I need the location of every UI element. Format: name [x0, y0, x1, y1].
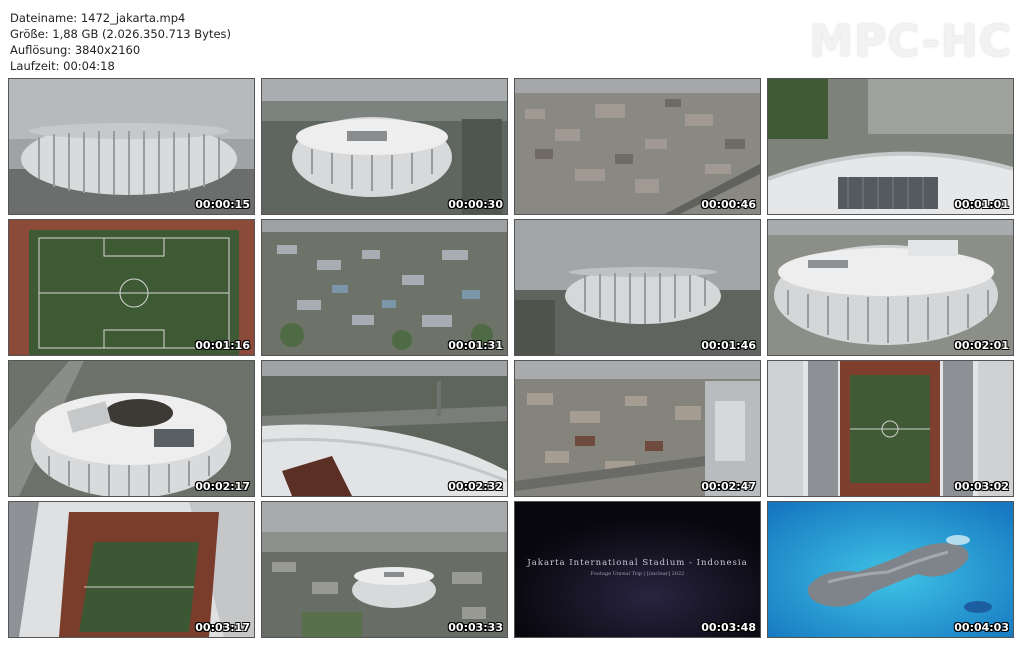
resolution-line: Auflösung: 3840x2160: [10, 43, 141, 57]
timestamp: 00:02:47: [701, 480, 756, 493]
stadium-distant-image: [515, 220, 760, 355]
thumbnail: 00:03:17: [8, 501, 255, 638]
pitch-topdown-roof-image: [768, 361, 1013, 496]
timestamp: 00:00:30: [448, 198, 503, 211]
city-dense-aerial-image: [515, 361, 760, 496]
timestamp: 00:01:16: [195, 339, 250, 352]
thumbnail: 00:03:33: [261, 501, 508, 638]
timestamp: 00:03:02: [954, 480, 1009, 493]
timestamp: 00:00:15: [195, 198, 250, 211]
timestamp: 00:03:33: [448, 621, 503, 634]
title-card-subtitle: Footage Unreal Trip | [unclear] 2022: [590, 571, 685, 577]
thumbnail: 00:02:32: [261, 360, 508, 497]
tropical-island-image: [768, 502, 1013, 637]
thumbnail: 00:01:16: [8, 219, 255, 356]
stadium-far-city-image: [262, 502, 507, 637]
football-pitch-topdown-image: [9, 220, 254, 355]
filesize-line: Größe: 1,88 GB (2.026.350.713 Bytes): [10, 27, 232, 41]
thumbnail: 00:00:15: [8, 78, 255, 215]
pitch-angled-roof-image: [9, 502, 254, 637]
stadium-roof-edge-image: [262, 361, 507, 496]
timestamp: 00:02:32: [448, 480, 503, 493]
timestamp: 00:00:46: [701, 198, 756, 211]
thumbnail: 00:00:46: [514, 78, 761, 215]
stadium-aerial-oblique-image: [262, 79, 507, 214]
stadium-open-roof-image: [9, 361, 254, 496]
thumbnail: 00:02:17: [8, 360, 255, 497]
timestamp: 00:01:46: [701, 339, 756, 352]
timestamp: 00:01:31: [448, 339, 503, 352]
filename-line: Dateiname: 1472_jakarta.mp4: [10, 11, 186, 25]
thumbnail: Jakarta International Stadium - Indonesi…: [514, 501, 761, 638]
stadium-oblique-roof-image: [768, 220, 1013, 355]
thumbnail-grid: 00:00:15 00:00:30 00:00:46 00:01:01 00:0…: [8, 78, 1014, 638]
thumbnail: 00:04:03: [767, 501, 1014, 638]
suburb-aerial-image: [262, 220, 507, 355]
thumbnail: 00:03:02: [767, 360, 1014, 497]
thumbnail: 00:02:01: [767, 219, 1014, 356]
stadium-side-view-image: [9, 79, 254, 214]
title-card-title: Jakarta International Stadium - Indonesi…: [527, 558, 748, 568]
thumbnail: 00:01:46: [514, 219, 761, 356]
timestamp: 00:02:01: [954, 339, 1009, 352]
city-aerial-image: [515, 79, 760, 214]
timestamp: 00:03:48: [701, 621, 756, 634]
timestamp: 00:03:17: [195, 621, 250, 634]
thumbnail: 00:01:31: [261, 219, 508, 356]
duration-line: Laufzeit: 00:04:18: [10, 59, 115, 73]
title-card: Jakarta International Stadium - Indonesi…: [515, 558, 760, 577]
thumbnail: 00:01:01: [767, 78, 1014, 215]
timestamp: 00:04:03: [954, 621, 1009, 634]
timestamp: 00:01:01: [954, 198, 1009, 211]
file-info: Dateiname: 1472_jakarta.mp4 Größe: 1,88 …: [10, 10, 231, 74]
brand-logo: MPC-HC: [809, 16, 1012, 67]
timestamp: 00:02:17: [195, 480, 250, 493]
thumbnail: 00:02:47: [514, 360, 761, 497]
thumbnail: 00:00:30: [261, 78, 508, 215]
stadium-roof-closeup-image: [768, 79, 1013, 214]
